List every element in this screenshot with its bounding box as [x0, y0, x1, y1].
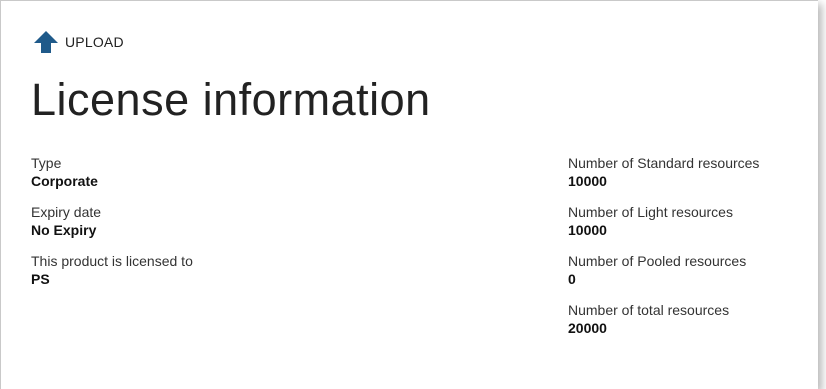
total-resources-value: 20000 — [568, 320, 607, 336]
upload-label: UPLOAD — [65, 34, 124, 50]
licensee-label: This product is licensed to — [31, 253, 193, 269]
expiry-date-field: Expiry date No Expiry — [31, 203, 193, 239]
license-details-column: Type Corporate Expiry date No Expiry Thi… — [31, 154, 193, 301]
licensee-field: This product is licensed to PS — [31, 252, 193, 288]
standard-resources-label: Number of Standard resources — [568, 155, 760, 171]
pooled-resources-value: 0 — [568, 271, 576, 287]
standard-resources-value: 10000 — [568, 173, 607, 189]
pooled-resources-field: Number of Pooled resources 0 — [568, 252, 759, 288]
license-type-label: Type — [31, 155, 62, 171]
expiry-date-label: Expiry date — [31, 204, 102, 220]
page-title: License information — [31, 74, 431, 125]
light-resources-field: Number of Light resources 10000 — [568, 203, 759, 239]
resource-counts-column: Number of Standard resources 10000 Numbe… — [568, 154, 759, 350]
total-resources-field: Number of total resources 20000 — [568, 301, 759, 337]
total-resources-label: Number of total resources — [568, 302, 730, 318]
expiry-date-value: No Expiry — [31, 222, 97, 238]
standard-resources-field: Number of Standard resources 10000 — [568, 154, 759, 190]
license-type-value: Corporate — [31, 173, 98, 189]
light-resources-value: 10000 — [568, 222, 607, 238]
light-resources-label: Number of Light resources — [568, 204, 733, 220]
license-type-field: Type Corporate — [31, 154, 193, 190]
license-panel: UPLOAD License information Type Corporat… — [0, 0, 818, 389]
arrow-up-icon — [33, 30, 59, 54]
pooled-resources-label: Number of Pooled resources — [568, 253, 747, 269]
licensee-value: PS — [31, 271, 50, 287]
upload-button[interactable]: UPLOAD — [33, 29, 124, 55]
